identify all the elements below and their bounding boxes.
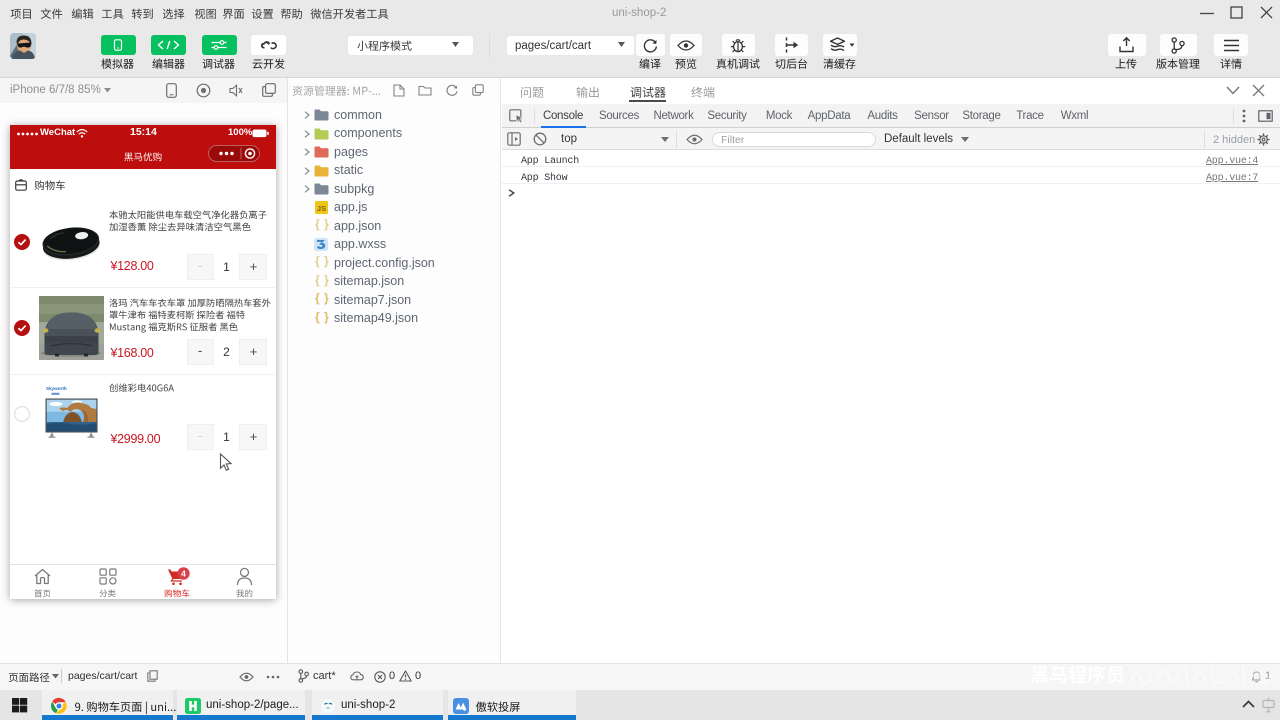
svg-text:JS: JS <box>317 204 326 213</box>
svg-text:Skyworth: Skyworth <box>46 386 67 391</box>
svg-text:4: 4 <box>181 568 186 578</box>
